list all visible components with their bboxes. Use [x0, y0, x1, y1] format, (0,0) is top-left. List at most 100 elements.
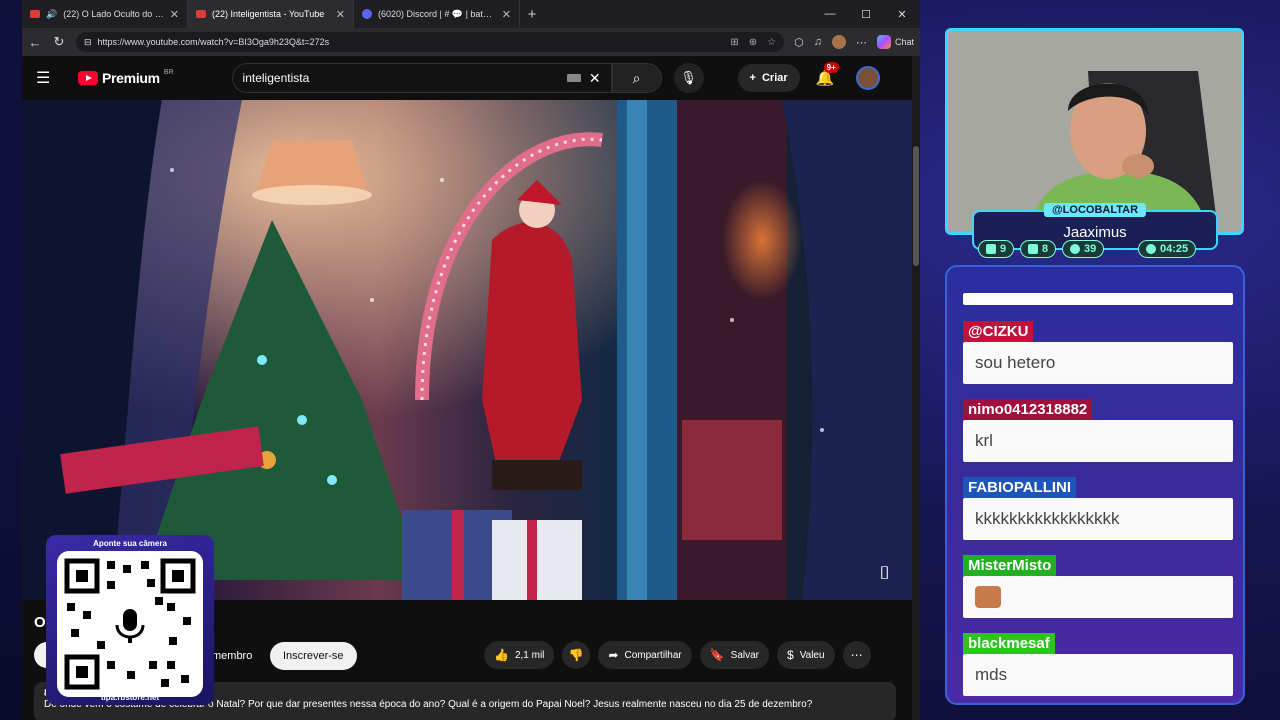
stream-chat: @CIZKU sou hetero nimo0412318882 krl FAB… — [945, 265, 1245, 705]
maximize-icon[interactable]: ☐ — [848, 8, 884, 21]
chat-username: MisterMisto — [963, 555, 1057, 576]
profile-avatar[interactable] — [831, 35, 846, 49]
join-label: membro — [212, 650, 253, 662]
streamer-silhouette — [948, 31, 1241, 232]
chat-message: @CIZKU sou hetero — [963, 321, 1233, 384]
subscribe-button[interactable]: Inscrever-se — [270, 642, 357, 670]
zoom-icon[interactable]: ⊕ — [749, 37, 757, 48]
address-bar: ← ↻ ⊟ https://www.youtube.com/watch?v=BI… — [22, 28, 920, 56]
keyboard-icon[interactable] — [566, 74, 581, 82]
fullscreen-icon[interactable]: ⌷ — [879, 563, 890, 584]
previous-message-strip — [963, 293, 1233, 305]
search-button[interactable]: ⌕ — [611, 63, 662, 93]
tab-lado-oculto[interactable]: 🔊 (22) O Lado Oculto do Natal ✕ — [22, 0, 188, 28]
create-button[interactable]: + Criar — [737, 64, 800, 92]
chat-message: blackmesaf mds — [963, 633, 1233, 696]
page-scrollbar[interactable] — [912, 56, 920, 720]
search-value: inteligentista — [242, 71, 310, 85]
scrollbar-thumb[interactable] — [913, 146, 919, 266]
video-player[interactable]: ⌷ — [22, 100, 912, 600]
subscribe-label: Inscrever-se — [283, 650, 344, 662]
emote-icon — [975, 586, 1001, 608]
logo-text: Premium — [102, 70, 160, 86]
video-actions: 👍 2,1 mil 👎 ➦ Compartilhar 🔖 Salvar $ Va… — [484, 641, 871, 669]
dislike-button[interactable]: 👎 — [562, 641, 591, 669]
super-thanks-icon: $ — [787, 648, 794, 662]
site-info-icon[interactable]: ⊟ — [84, 37, 92, 48]
chat-message: nimo0412318882 krl — [963, 399, 1233, 462]
close-icon[interactable]: ✕ — [170, 8, 179, 21]
plus-icon: + — [749, 72, 756, 84]
tab-discord[interactable]: (6020) Discord | # 💬 | bate-papo ✕ — [354, 0, 520, 28]
url-field[interactable]: ⊟ https://www.youtube.com/watch?v=BI3Oga… — [76, 32, 785, 52]
share-label: Compartilhar — [624, 649, 682, 661]
clear-icon[interactable]: ✕ — [589, 70, 601, 87]
like-count: 2,1 mil — [514, 649, 545, 661]
bookmark-icon: 🔖 — [709, 648, 725, 662]
copilot-icon — [876, 35, 891, 49]
close-icon[interactable]: ✕ — [502, 8, 511, 21]
chat-message: FABIOPALLINI kkkkkkkkkkkkkkkkk — [963, 477, 1233, 540]
tab-title: (6020) Discord | # 💬 | bate-papo — [378, 8, 496, 19]
qr-pattern — [64, 558, 196, 690]
collections-icon[interactable]: ♫ — [814, 36, 822, 48]
chat-text: sou hetero — [963, 342, 1233, 384]
twitch-icon — [986, 244, 996, 254]
close-icon[interactable]: ✕ — [336, 8, 345, 21]
app-icon[interactable]: ⊞ — [730, 37, 738, 48]
kick-viewers: 39 — [1062, 240, 1105, 258]
new-tab-button[interactable]: + — [520, 6, 544, 23]
save-button[interactable]: 🔖 Salvar — [699, 641, 770, 669]
window-controls: — ☐ ✕ — [812, 8, 920, 21]
share-button[interactable]: ➦ Compartilhar — [598, 641, 692, 669]
like-button[interactable]: 👍 2,1 mil — [484, 641, 555, 669]
search-icon: ⌕ — [632, 69, 641, 86]
more-icon[interactable]: ⋯ — [856, 36, 867, 49]
youtube-icon — [30, 10, 40, 18]
account-avatar[interactable] — [856, 66, 881, 90]
thanks-button[interactable]: $ Valeu — [777, 641, 835, 669]
voice-search-button[interactable]: 🎙 — [673, 63, 704, 93]
tab-inteligentista[interactable]: (22) Inteligentista - YouTube ✕ — [188, 0, 354, 28]
qr-donation-overlay: Aponte sua câmera tipa.rbstore.net — [46, 535, 214, 705]
close-window-icon[interactable]: ✕ — [884, 8, 920, 21]
url-text: https://www.youtube.com/watch?v=BI3Oga9h… — [97, 37, 330, 47]
notifications-button[interactable]: 🔔 9+ — [816, 62, 839, 87]
extensions-icon[interactable]: ⬡ — [794, 36, 804, 49]
back-icon[interactable]: ← — [28, 35, 42, 50]
chat-text: krl — [963, 420, 1233, 462]
youtube-count: 8 — [1042, 243, 1049, 255]
tab-title: (22) Inteligentista - YouTube — [212, 9, 325, 19]
twitch-count: 9 — [1000, 243, 1007, 255]
audio-icon[interactable]: 🔊 — [46, 9, 57, 20]
tab-title: (22) O Lado Oculto do Natal — [63, 9, 164, 19]
refresh-icon[interactable]: ↻ — [52, 34, 66, 50]
qr-code — [57, 551, 203, 697]
more-icon: ⋯ — [850, 648, 863, 662]
menu-icon[interactable]: ☰ — [36, 68, 64, 88]
video-frame-illustration — [22, 100, 912, 600]
share-icon: ➦ — [608, 648, 619, 662]
region-code: BR — [163, 68, 174, 76]
search-input[interactable]: inteligentista ✕ — [231, 63, 612, 93]
notification-badge: 9+ — [823, 62, 839, 73]
discord-icon — [362, 9, 372, 19]
copilot-chat-button[interactable]: Chat — [876, 35, 914, 49]
uptime-value: 04:25 — [1160, 243, 1189, 255]
chat-label: Chat — [894, 37, 914, 47]
minimize-icon[interactable]: — — [812, 8, 848, 21]
kick-icon — [1070, 244, 1080, 254]
thumbs-up-icon: 👍 — [494, 648, 509, 662]
thanks-label: Valeu — [799, 649, 825, 661]
thumbs-down-icon: 👎 — [568, 648, 584, 662]
chat-message: MisterMisto — [963, 555, 1233, 618]
more-actions-button[interactable]: ⋯ — [842, 641, 871, 669]
youtube-logo[interactable]: Premium BR — [78, 68, 174, 86]
qr-url: tipa.rbstore.net — [100, 693, 160, 702]
favorite-icon[interactable]: ☆ — [767, 37, 776, 48]
chat-username: nimo0412318882 — [963, 399, 1093, 420]
streamer-handle: @LOCOBALTAR — [1043, 203, 1147, 217]
chat-username: @CIZKU — [963, 321, 1034, 342]
save-label: Salvar — [730, 649, 760, 661]
stream-uptime: 04:25 — [1138, 240, 1197, 258]
